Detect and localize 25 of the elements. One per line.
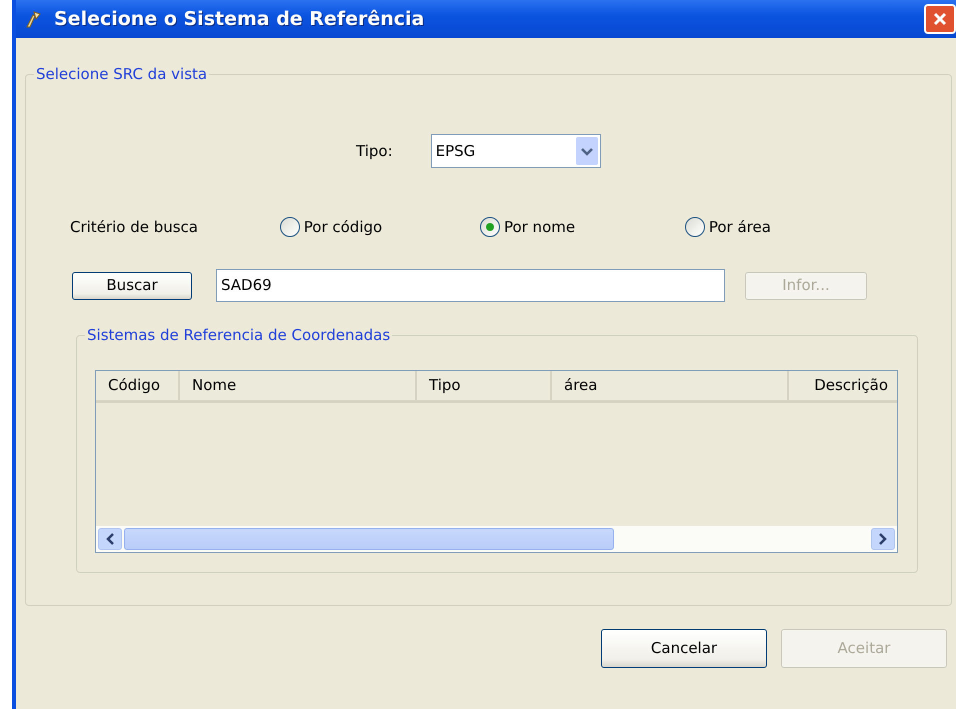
search-field[interactable]: SAD69: [216, 269, 725, 302]
app-icon: [24, 9, 44, 29]
close-icon: [932, 11, 948, 27]
column-header[interactable]: Nome: [180, 371, 417, 400]
search-button[interactable]: Buscar: [72, 272, 192, 300]
radio-label[interactable]: Por área: [708, 216, 771, 238]
radio-button[interactable]: [280, 217, 300, 237]
search-criteria-label: Critério de busca: [70, 216, 198, 238]
type-dropdown[interactable]: EPSG: [430, 134, 601, 168]
type-label: Tipo:: [356, 140, 393, 162]
column-header[interactable]: Tipo: [417, 371, 552, 400]
column-header[interactable]: Código: [96, 371, 180, 400]
scroll-right-icon[interactable]: [871, 528, 895, 550]
column-header[interactable]: área: [552, 371, 789, 400]
column-header[interactable]: Descrição: [789, 371, 900, 400]
radio-label[interactable]: Por nome: [504, 216, 576, 238]
scrollbar-thumb[interactable]: [124, 528, 614, 550]
window-title: Selecione o Sistema de Referência: [54, 6, 424, 32]
radio-button[interactable]: [685, 217, 706, 237]
radio-button[interactable]: [480, 217, 500, 237]
close-button[interactable]: [924, 4, 956, 34]
scroll-left-icon[interactable]: [98, 528, 122, 550]
radio-label[interactable]: Por código: [304, 216, 382, 238]
horizontal-scrollbar[interactable]: [96, 526, 897, 552]
dialog-button[interactable]: Cancelar: [601, 629, 767, 668]
